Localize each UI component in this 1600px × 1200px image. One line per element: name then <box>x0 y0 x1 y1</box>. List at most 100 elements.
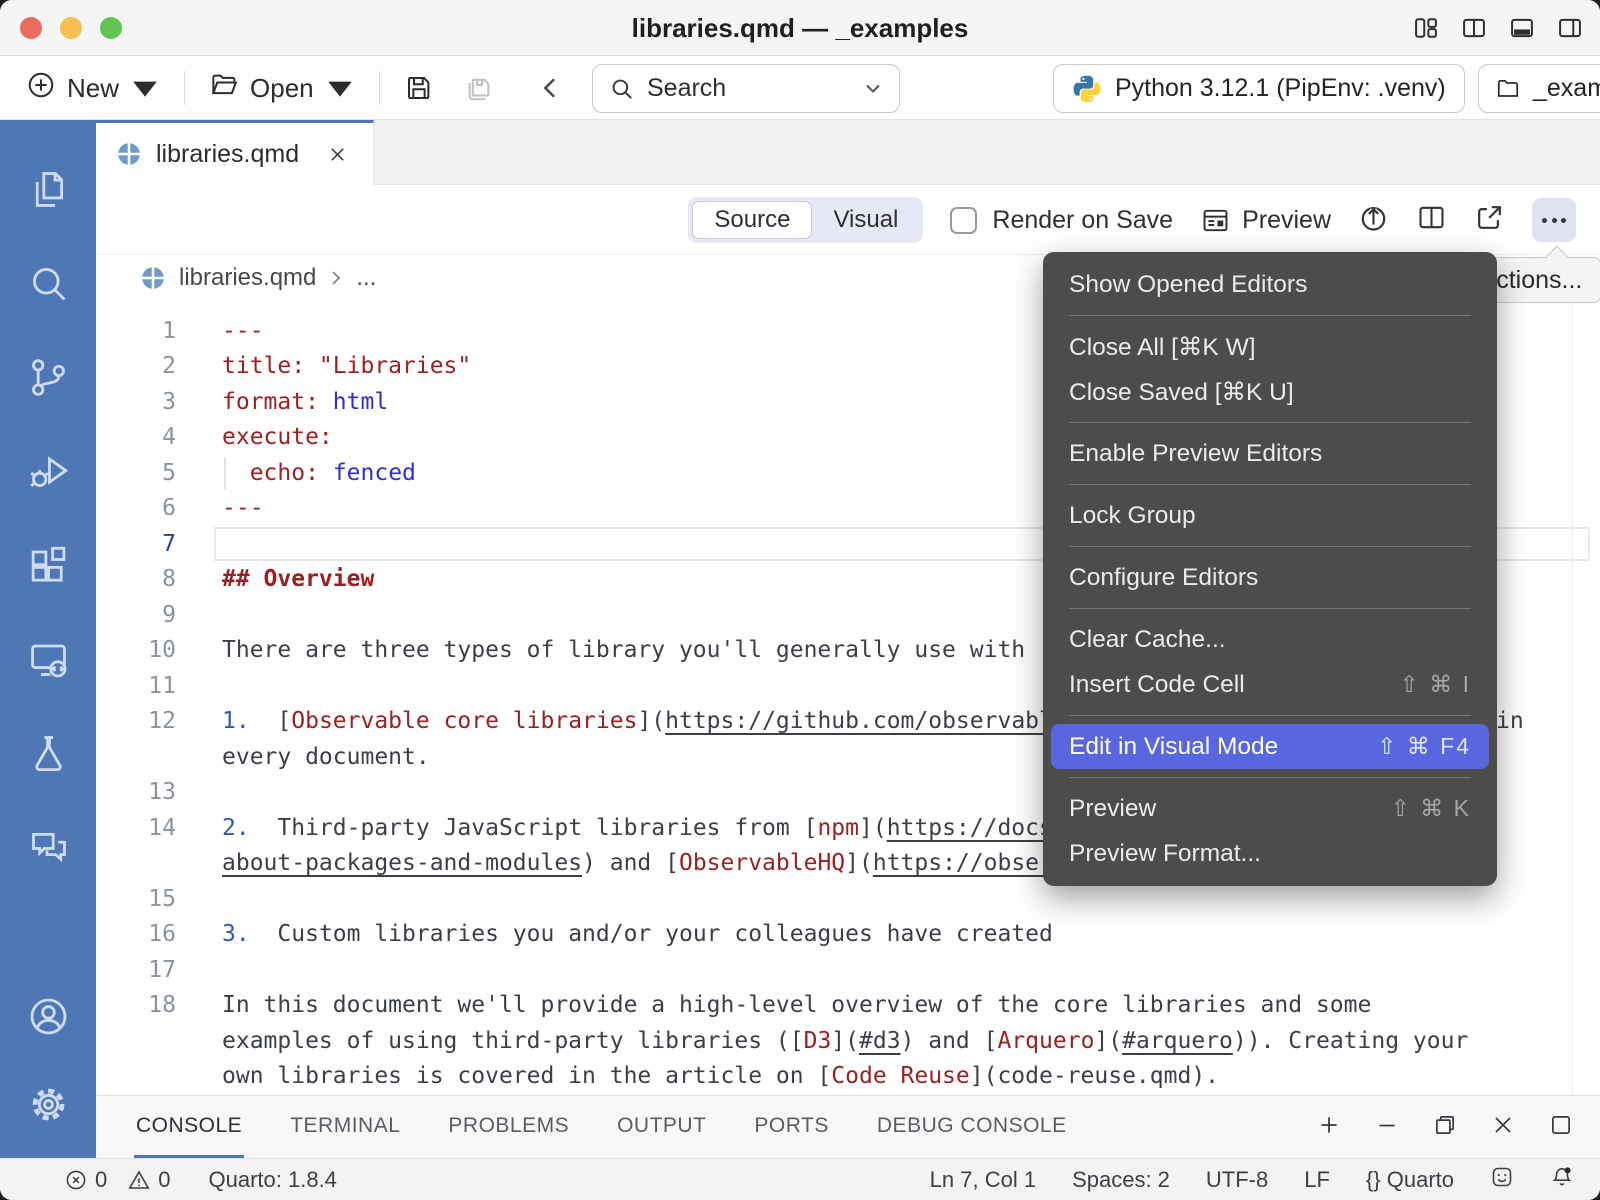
menu-item-shortcut: ⇧ ⌘ K <box>1391 795 1471 822</box>
interpreter-selector-button[interactable]: Python 3.12.1 (PipEnv: .venv) <box>1053 64 1465 113</box>
code-line-content[interactable]: own libraries is covered in the article … <box>222 1063 1219 1089</box>
menu-item-enable-preview-editors[interactable]: Enable Preview Editors <box>1043 431 1497 476</box>
panel-tab-ports[interactable]: PORTS <box>752 1096 830 1158</box>
source-control-icon[interactable] <box>0 330 96 424</box>
preview-button[interactable]: Preview <box>1200 205 1331 236</box>
code-line-content[interactable]: execute: <box>222 424 333 450</box>
restore-icon[interactable] <box>1432 1112 1458 1143</box>
code-line[interactable]: 15 <box>96 881 1600 917</box>
menu-item-edit-in-visual-mode[interactable]: Edit in Visual Mode⇧ ⌘ F4 <box>1051 724 1489 769</box>
code-line-content[interactable]: --- <box>222 318 264 344</box>
chevron-down-icon <box>863 82 883 96</box>
code-line-content[interactable]: There are three types of library you'll … <box>222 637 1025 663</box>
panel-tab-problems[interactable]: PROBLEMS <box>446 1096 571 1158</box>
render-on-save-checkbox[interactable] <box>950 207 977 234</box>
code-line-content[interactable]: 3. Custom libraries you and/or your coll… <box>222 921 1053 947</box>
customize-layout-icon[interactable] <box>1412 14 1440 47</box>
menu-separator <box>1069 546 1471 547</box>
line-number: 15 <box>96 886 176 912</box>
search-placeholder: Search <box>647 74 726 103</box>
save-button[interactable] <box>404 73 434 103</box>
render-button[interactable] <box>1358 202 1389 238</box>
menu-item-label: Show Opened Editors <box>1069 271 1307 299</box>
code-line[interactable]: 17 <box>96 952 1600 988</box>
new-button[interactable]: New <box>26 70 160 107</box>
source-mode-button[interactable]: Source <box>692 201 812 239</box>
indentation-status[interactable]: Spaces: 2 <box>1072 1167 1170 1193</box>
feedback-button[interactable] <box>1490 1165 1514 1195</box>
split-editor-layout-icon[interactable] <box>1460 14 1488 47</box>
toggle-panel-icon[interactable] <box>1508 14 1536 47</box>
close-tab-icon[interactable] <box>327 144 348 165</box>
panel-layout-icon[interactable] <box>1548 1112 1574 1143</box>
toggle-secondary-sidebar-icon[interactable] <box>1556 14 1584 47</box>
breadcrumb-file[interactable]: libraries.qmd <box>179 264 316 292</box>
code-line-content[interactable]: title: "Libraries" <box>222 353 471 379</box>
line-number: 3 <box>96 389 176 415</box>
toolbar-separator <box>379 71 380 105</box>
code-line[interactable]: 18In this document we'll provide a high-… <box>96 988 1600 1024</box>
testing-icon[interactable] <box>0 706 96 800</box>
menu-item-insert-code-cell[interactable]: Insert Code Cell⇧ ⌘ I <box>1043 662 1497 707</box>
add-icon[interactable] <box>1316 1112 1342 1143</box>
scrollbar-track[interactable] <box>1572 300 1573 1095</box>
quarto-file-icon <box>140 265 166 291</box>
code-line-content[interactable]: every document. <box>222 744 430 770</box>
search-icon[interactable] <box>0 236 96 330</box>
more-actions-button[interactable] <box>1532 198 1576 242</box>
menu-item-lock-group[interactable]: Lock Group <box>1043 493 1497 538</box>
code-line[interactable]: own libraries is covered in the article … <box>96 1059 1600 1095</box>
line-number: 8 <box>96 566 176 592</box>
chevron-down-icon <box>130 73 160 103</box>
save-all-button[interactable] <box>464 73 494 103</box>
code-line-content[interactable]: echo: fenced <box>222 460 416 486</box>
notifications-button[interactable] <box>1550 1165 1574 1195</box>
search-input[interactable]: Search <box>592 64 900 113</box>
render-on-save-label: Render on Save <box>992 206 1173 235</box>
code-line[interactable]: 163. Custom libraries you and/or your co… <box>96 917 1600 953</box>
eol-status[interactable]: LF <box>1304 1167 1330 1193</box>
menu-item-configure-editors[interactable]: Configure Editors <box>1043 555 1497 600</box>
remote-explorer-icon[interactable] <box>0 612 96 706</box>
problems-status[interactable]: 0 0 <box>64 1167 171 1193</box>
code-line[interactable]: examples of using third-party libraries … <box>96 1023 1600 1059</box>
comments-icon[interactable] <box>0 800 96 894</box>
minimize-icon[interactable] <box>1374 1112 1400 1143</box>
run-debug-icon[interactable] <box>0 424 96 518</box>
menu-item-preview-format[interactable]: Preview Format... <box>1043 831 1497 876</box>
encoding-status[interactable]: UTF-8 <box>1206 1167 1268 1193</box>
panel-tab-console[interactable]: CONSOLE <box>134 1096 244 1158</box>
code-line-content[interactable]: --- <box>222 495 264 521</box>
visual-mode-button[interactable]: Visual <box>812 201 919 239</box>
workspace-selector-button[interactable]: _examples <box>1478 64 1600 113</box>
panel-tab-output[interactable]: OUTPUT <box>615 1096 708 1158</box>
close-icon[interactable] <box>1490 1112 1516 1143</box>
menu-item-label: Clear Cache... <box>1069 626 1226 654</box>
quarto-version-status[interactable]: Quarto: 1.8.4 <box>209 1167 337 1193</box>
open-button[interactable]: Open <box>209 70 355 107</box>
menu-item-preview[interactable]: Preview⇧ ⌘ K <box>1043 786 1497 831</box>
quarto-file-icon <box>116 141 142 167</box>
editor-actions-menu: Show Opened Editors Close All [⌘K W]Close… <box>1043 252 1497 886</box>
navigate-back-button[interactable] <box>536 73 566 103</box>
menu-item-show-opened-editors[interactable]: Show Opened Editors <box>1043 262 1497 307</box>
menu-item-close-saved-k-u[interactable]: Close Saved [⌘K U] <box>1043 369 1497 414</box>
panel-tab-terminal[interactable]: TERMINAL <box>288 1096 402 1158</box>
code-line-content[interactable]: format: html <box>222 389 388 415</box>
breadcrumb-more[interactable]: ... <box>356 264 376 292</box>
language-mode-status[interactable]: {} Quarto <box>1366 1167 1454 1193</box>
open-in-new-window-button[interactable] <box>1474 202 1505 238</box>
menu-item-clear-cache[interactable]: Clear Cache... <box>1043 617 1497 662</box>
menu-item-close-all-k-w[interactable]: Close All [⌘K W] <box>1043 324 1497 369</box>
split-editor-button[interactable] <box>1416 202 1447 238</box>
extensions-icon[interactable] <box>0 518 96 612</box>
account-icon[interactable] <box>0 972 96 1060</box>
panel-tab-debug-console[interactable]: DEBUG CONSOLE <box>875 1096 1069 1158</box>
explorer-icon[interactable] <box>0 142 96 236</box>
code-line-content[interactable]: In this document we'll provide a high-le… <box>222 992 1371 1018</box>
tab-libraries-qmd[interactable]: libraries.qmd <box>96 120 374 185</box>
code-line-content[interactable]: ## Overview <box>222 566 374 592</box>
code-line-content[interactable]: examples of using third-party libraries … <box>222 1028 1468 1054</box>
cursor-position-status[interactable]: Ln 7, Col 1 <box>930 1167 1036 1193</box>
settings-icon[interactable] <box>0 1060 96 1148</box>
